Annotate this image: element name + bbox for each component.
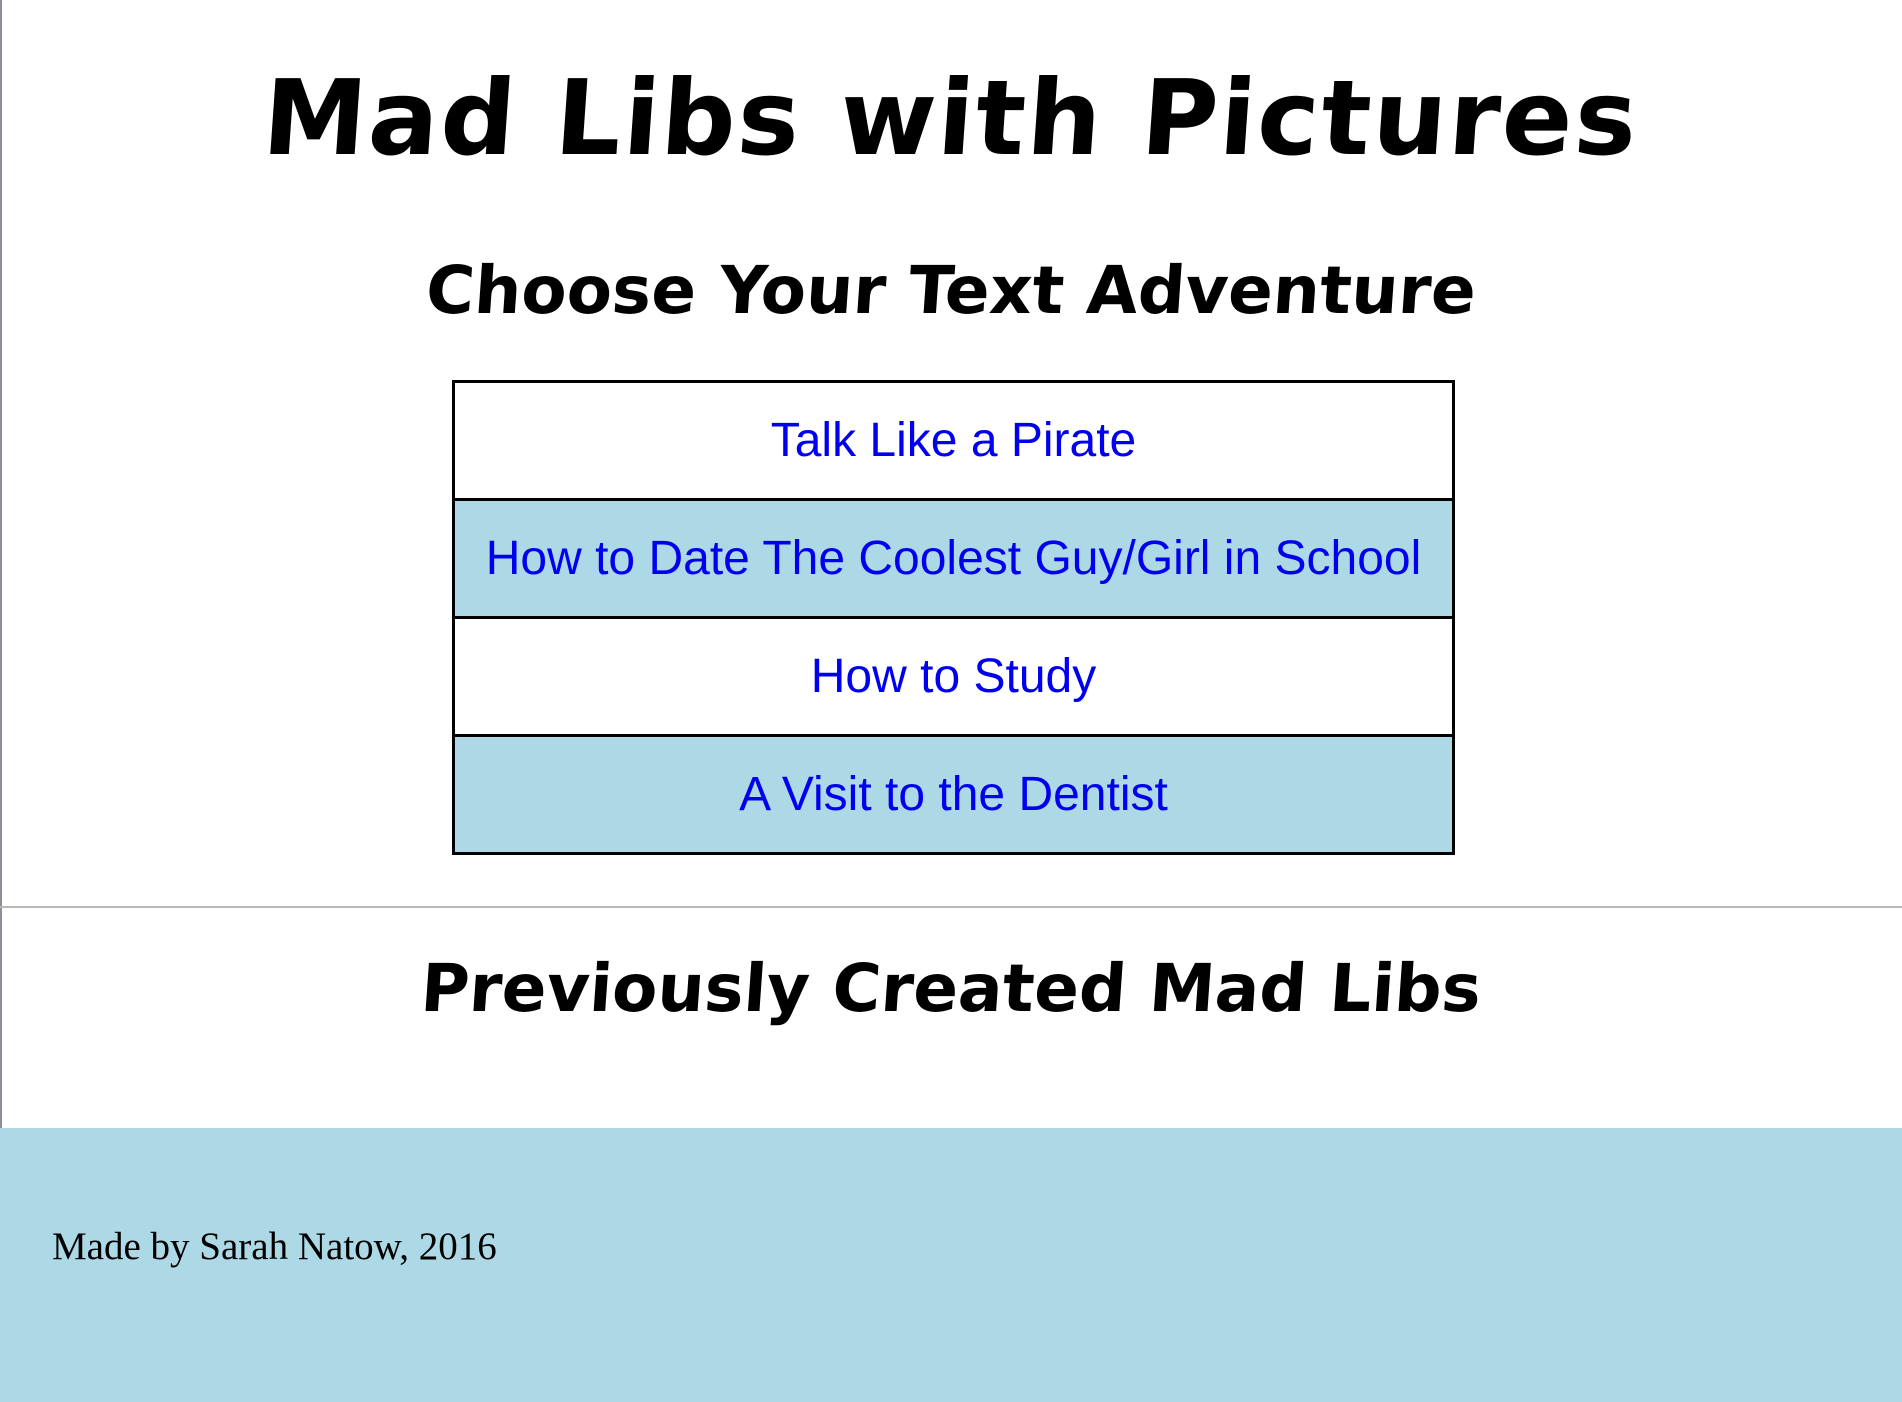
adventure-link-date[interactable]: How to Date The Coolest Guy/Girl in Scho… bbox=[486, 531, 1422, 586]
adventure-link-pirate[interactable]: Talk Like a Pirate bbox=[771, 413, 1137, 468]
adventure-row-date: How to Date The Coolest Guy/Girl in Scho… bbox=[455, 501, 1452, 619]
page: Mad Libs with Pictures Choose Your Text … bbox=[0, 0, 1902, 1402]
footer: Made by Sarah Natow, 2016 bbox=[0, 1128, 1902, 1402]
choose-adventure-heading: Choose Your Text Adventure bbox=[423, 252, 1479, 329]
adventure-row-dentist: A Visit to the Dentist bbox=[455, 737, 1452, 852]
adventure-link-study[interactable]: How to Study bbox=[811, 649, 1096, 704]
adventure-row-pirate: Talk Like a Pirate bbox=[455, 383, 1452, 501]
section-divider bbox=[0, 906, 1902, 908]
adventure-row-study: How to Study bbox=[455, 619, 1452, 737]
adventure-list: Talk Like a Pirate How to Date The Coole… bbox=[452, 380, 1455, 855]
previous-madlibs-heading: Previously Created Mad Libs bbox=[418, 950, 1484, 1027]
adventure-link-dentist[interactable]: A Visit to the Dentist bbox=[739, 767, 1168, 822]
footer-credit: Made by Sarah Natow, 2016 bbox=[52, 1225, 497, 1268]
page-title: Mad Libs with Pictures bbox=[258, 57, 1643, 179]
